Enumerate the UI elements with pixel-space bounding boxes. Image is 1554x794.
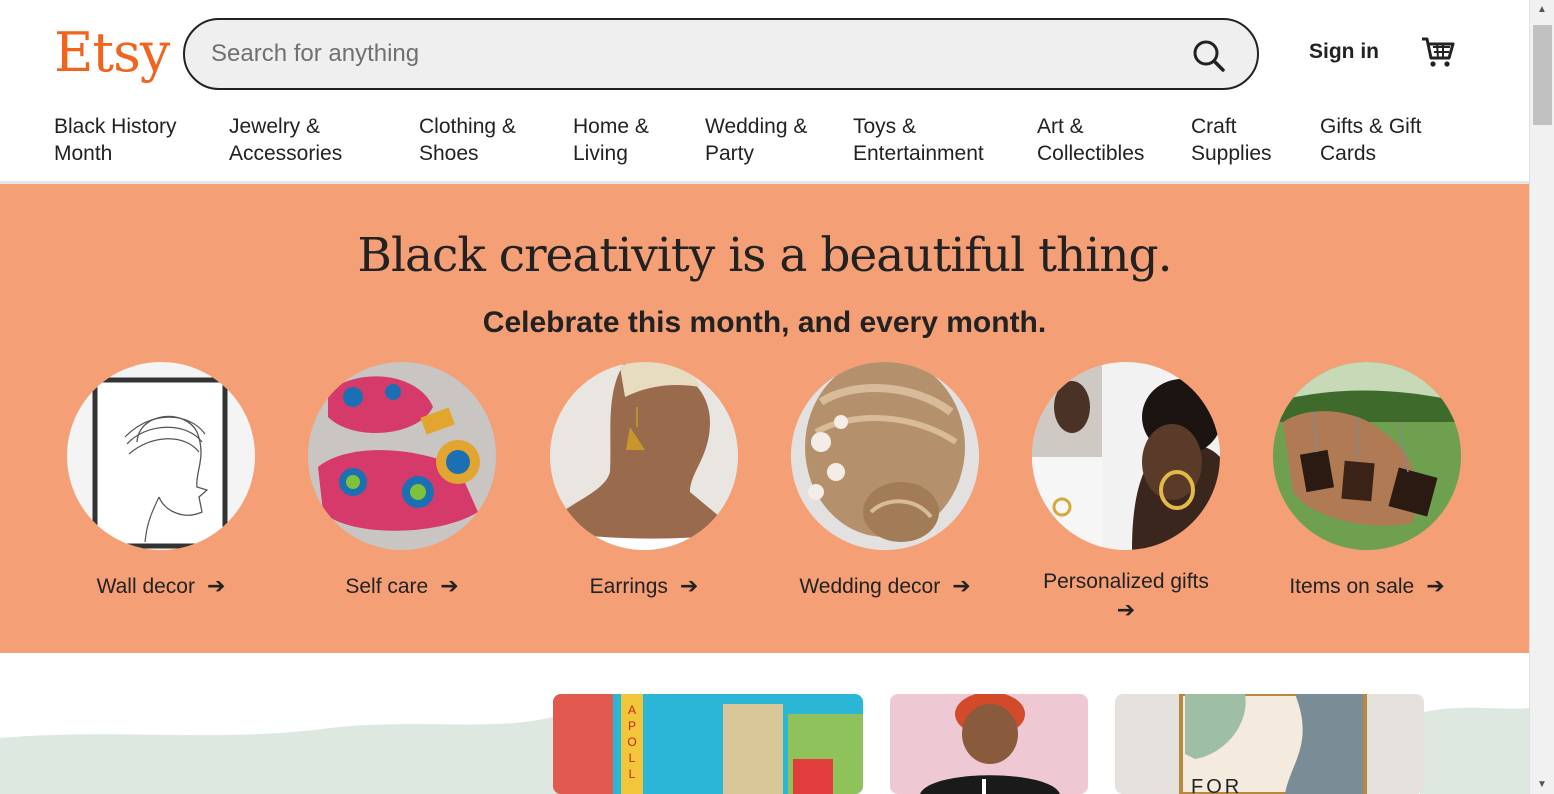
featured-section: A P O L L FOR	[0, 653, 1529, 794]
hero-subtitle: Celebrate this month, and every month.	[482, 306, 1047, 339]
svg-text:L: L	[629, 751, 636, 765]
scroll-down-icon[interactable]: ▼	[1537, 779, 1547, 790]
nav-item-home-living[interactable]: Home & Living	[573, 113, 649, 167]
hero-banner: Black creativity is a beautiful thing. C…	[0, 184, 1529, 653]
category-items-on-sale[interactable]: Items on sale ➔	[1247, 362, 1487, 601]
cart-icon[interactable]	[1420, 34, 1456, 70]
scroll-up-icon[interactable]: ▲	[1537, 4, 1547, 15]
nav-item-jewelry-accessories[interactable]: Jewelry & Accessories	[229, 113, 342, 167]
sign-in-link[interactable]: Sign in	[1309, 40, 1379, 64]
arrow-right-icon: ➔	[1116, 597, 1136, 622]
site-header: Etsy Sign in Black HistoryMonth Jewelry …	[0, 0, 1529, 184]
svg-text:P: P	[628, 719, 636, 733]
scroll-thumb[interactable]	[1533, 25, 1552, 125]
self-care-image	[308, 362, 496, 550]
earrings-image	[550, 362, 738, 550]
nav-item-craft-supplies[interactable]: Craft Supplies	[1191, 113, 1272, 167]
nav-item-gifts-gift-cards[interactable]: Gifts & Gift Cards	[1320, 113, 1422, 167]
nav-item-wedding-party[interactable]: Wedding & Party	[705, 113, 807, 167]
svg-text:FOR: FOR	[1191, 776, 1242, 794]
etsy-logo[interactable]: Etsy	[54, 18, 170, 88]
category-earrings[interactable]: Earrings ➔	[524, 362, 764, 601]
search-icon[interactable]	[1191, 38, 1227, 74]
wall-decor-image	[67, 362, 255, 550]
category-self-care[interactable]: Self care ➔	[282, 362, 522, 601]
svg-text:O: O	[627, 735, 636, 749]
svg-text:A: A	[628, 703, 636, 717]
search-input[interactable]	[211, 20, 1171, 88]
page-scrollbar[interactable]: ▲ ▼	[1529, 0, 1554, 794]
category-nav: Black History Month Jewelry & Accessories …	[0, 113, 1529, 173]
category-personalized-gifts[interactable]: Personalized gifts ➔	[1006, 362, 1246, 625]
search-bar	[183, 18, 1259, 90]
personalized-gifts-image	[1032, 362, 1220, 550]
nav-item-toys-entertainment[interactable]: Toys & Entertainment	[853, 113, 984, 167]
items-on-sale-image	[1273, 362, 1461, 550]
nav-item-black-history-month[interactable]: Black History Month	[54, 113, 177, 167]
arrow-right-icon: ➔	[1426, 573, 1445, 598]
arrow-right-icon: ➔	[440, 573, 459, 598]
arrow-right-icon: ➔	[206, 573, 226, 598]
wedding-decor-image	[791, 362, 979, 550]
category-wall-decor[interactable]: Wall decor ➔	[41, 362, 281, 601]
featured-card-apparel[interactable]	[890, 694, 1088, 794]
category-wedding-decor[interactable]: Wedding decor ➔	[765, 362, 1005, 601]
hero-title: Black creativity is a beautiful thing.	[357, 228, 1172, 283]
nav-item-clothing-shoes[interactable]: Clothing & Shoes	[419, 113, 516, 167]
svg-text:L: L	[629, 767, 636, 781]
nav-item-art-collectibles[interactable]: Art & Collectibles	[1037, 113, 1144, 167]
featured-card-apollo-art[interactable]: A P O L L	[553, 694, 863, 794]
arrow-right-icon: ➔	[952, 573, 971, 598]
arrow-right-icon: ➔	[679, 573, 699, 598]
featured-card-poster[interactable]: FOR	[1115, 694, 1424, 794]
